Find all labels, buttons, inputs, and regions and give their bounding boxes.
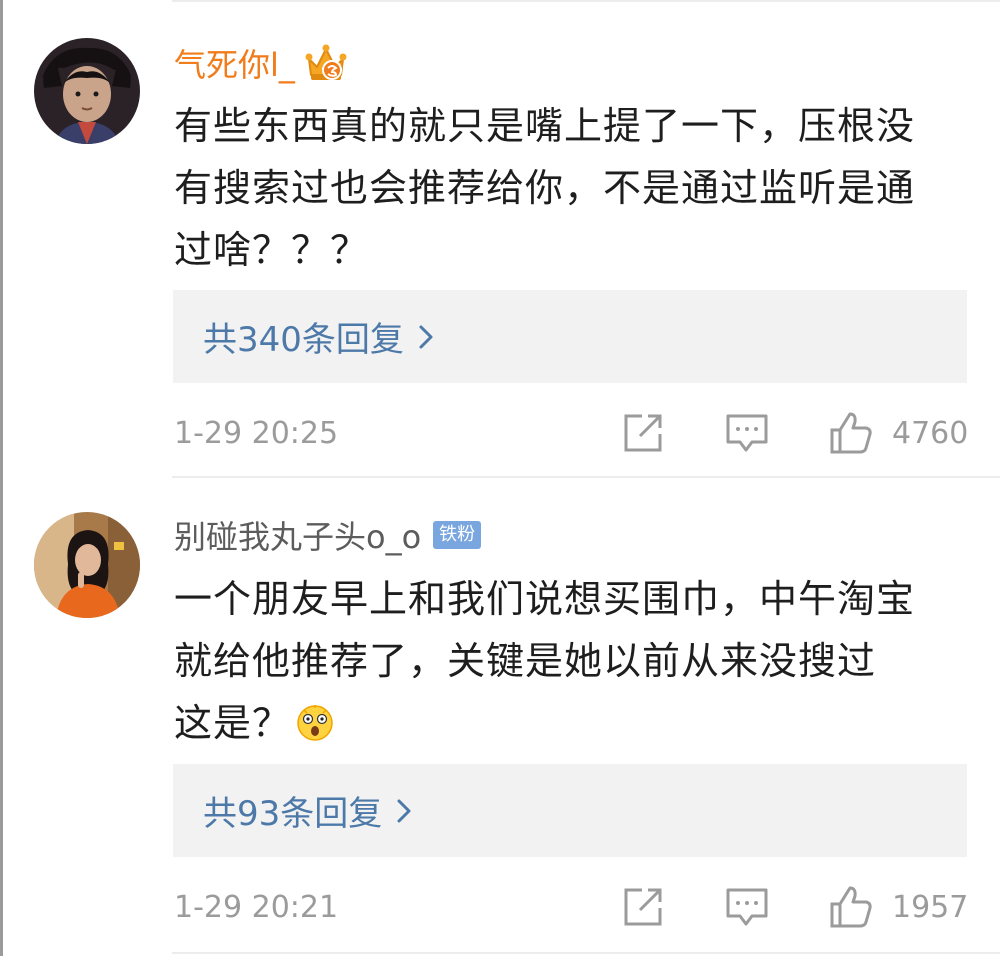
comment-text-line: 这是？ bbox=[174, 701, 292, 745]
comment-text-line: 过啥？？？ bbox=[174, 228, 370, 272]
chevron-right-icon bbox=[397, 799, 411, 822]
comment-text-line: 有些东西真的就只是嘴上提了一下，压根没 bbox=[174, 104, 916, 148]
replies-count-label: 共93条回复 bbox=[203, 794, 383, 834]
comment-icon[interactable] bbox=[724, 410, 770, 456]
repost-icon[interactable] bbox=[620, 410, 666, 456]
view-replies-button[interactable]: 共340条回复 bbox=[173, 290, 967, 383]
divider bbox=[172, 952, 1000, 954]
comment-icon[interactable] bbox=[724, 884, 770, 930]
replies-count-label: 共340条回复 bbox=[203, 320, 404, 360]
username[interactable]: 气死你l_ bbox=[174, 40, 295, 86]
username[interactable]: 别碰我丸子头o_o bbox=[174, 512, 421, 558]
comment-item: 气死你l_ 有些东西真的就只是嘴上提了一下，压根没 有搜索过也会推荐给你，不是通… bbox=[0, 0, 1000, 476]
comment-meta: 1-29 20:25 4760 bbox=[174, 408, 968, 458]
like-count: 1957 bbox=[892, 889, 969, 925]
repost-icon[interactable] bbox=[620, 884, 666, 930]
comment-text: 有些东西真的就只是嘴上提了一下，压根没 有搜索过也会推荐给你，不是通过监听是通 … bbox=[174, 95, 974, 281]
comment-text-line: 就给他推荐了，关键是她以前从来没搜过 bbox=[174, 639, 877, 683]
vip-crown-icon bbox=[305, 44, 347, 80]
like-icon[interactable] bbox=[828, 410, 874, 456]
view-replies-button[interactable]: 共93条回复 bbox=[173, 764, 967, 857]
comment-text-line: 有搜索过也会推荐给你，不是通过监听是通 bbox=[174, 166, 916, 210]
username-row: 气死你l_ bbox=[174, 38, 347, 88]
like-count: 4760 bbox=[892, 415, 969, 451]
avatar-image bbox=[34, 512, 140, 618]
shocked-face-emoji bbox=[297, 705, 333, 741]
avatar[interactable] bbox=[34, 38, 140, 144]
timestamp: 1-29 20:21 bbox=[174, 889, 339, 925]
comment-meta: 1-29 20:21 1957 bbox=[174, 882, 968, 932]
timestamp: 1-29 20:25 bbox=[174, 415, 339, 451]
like-icon[interactable] bbox=[828, 884, 874, 930]
avatar[interactable] bbox=[34, 512, 140, 618]
comment-text: 一个朋友早上和我们说想买围巾，中午淘宝 就给他推荐了，关键是她以前从来没搜过 这… bbox=[174, 568, 974, 754]
fan-badge: 铁粉 bbox=[433, 521, 482, 549]
username-row: 别碰我丸子头o_o 铁粉 bbox=[174, 510, 482, 560]
avatar-image bbox=[34, 38, 140, 144]
comment-text-line-with-emoji: 这是？ bbox=[174, 692, 974, 754]
comment-item: 别碰我丸子头o_o 铁粉 一个朋友早上和我们说想买围巾，中午淘宝 就给他推荐了，… bbox=[0, 478, 1000, 952]
comment-text-line: 一个朋友早上和我们说想买围巾，中午淘宝 bbox=[174, 577, 916, 621]
chevron-right-icon bbox=[419, 325, 433, 348]
